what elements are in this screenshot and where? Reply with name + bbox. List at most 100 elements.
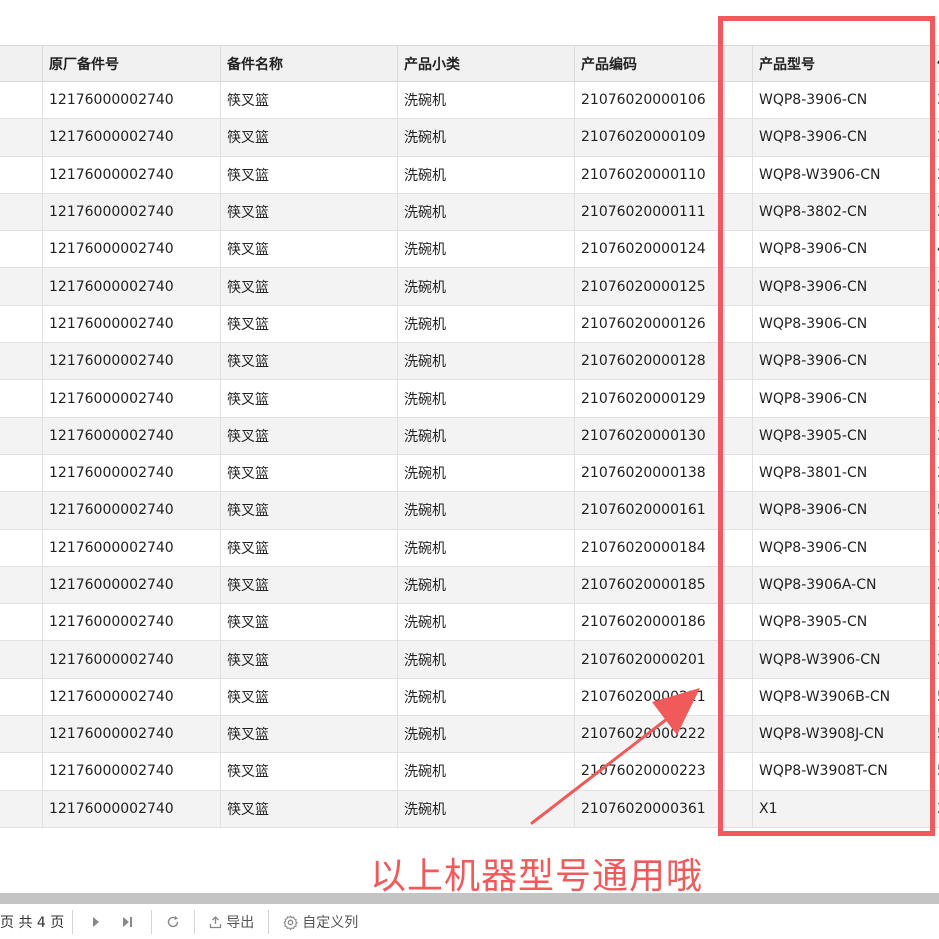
header-cell-product-code[interactable]: 产品编码 [574, 46, 724, 81]
row-cell-part-number: 12176000002740 [42, 417, 220, 454]
row-cell-part-number: 12176000002740 [42, 380, 220, 417]
header-cell-part-number[interactable]: 原厂备件号 [42, 46, 220, 81]
row-cell-price: 3 [930, 417, 939, 454]
row-cell-product-code: 21076020000106 [574, 82, 724, 119]
refresh-button[interactable] [166, 915, 180, 929]
row-cell-product-model: WQP8-3906-CN [752, 268, 930, 305]
pager-divider [72, 910, 74, 934]
pager-divider [268, 910, 270, 934]
header-cell-blank[interactable] [724, 46, 752, 81]
row-cell-product-model: WQP8-3906-CN [752, 343, 930, 380]
row-cell-product-code: 21076020000184 [574, 529, 724, 566]
table-row[interactable]: 12176000002740 筷叉篮 洗碗机 21076020000161 WQP8-3… [0, 492, 939, 530]
row-cell-price: 3 [930, 790, 939, 827]
row-cell-part-name: 筷叉篮 [220, 156, 397, 193]
table-row[interactable]: 12176000002740 筷叉篮 洗碗机 21076020000106 WQP8-3… [0, 82, 939, 120]
header-cell-product-category[interactable]: 产品小类 [397, 46, 574, 81]
row-cell-part-number: 12176000002740 [42, 82, 220, 119]
table-row[interactable]: 12176000002740 筷叉篮 洗碗机 21076020000223 WQP8-W… [0, 753, 939, 791]
row-cell-part-number: 12176000002740 [42, 343, 220, 380]
row-cell-product-model: WQP8-W3906-CN [752, 641, 930, 678]
row-cell-part-name: 筷叉篮 [220, 529, 397, 566]
row-cell-part-number: 12176000002740 [42, 604, 220, 641]
row-cell-price: 5 [930, 492, 939, 529]
table-row[interactable]: 12176000002740 筷叉篮 洗碗机 21076020000185 WQP8-3… [0, 566, 939, 605]
horizontal-scrollbar[interactable] [0, 893, 939, 904]
row-cell-product-model: WQP8-3906A-CN [752, 566, 930, 604]
table-row[interactable]: 12176000002740 筷叉篮 洗碗机 21076020000221 WQP8-W… [0, 678, 939, 717]
header-cell-rownum[interactable] [0, 46, 42, 81]
row-cell-part-name: 筷叉篮 [220, 790, 397, 827]
export-button[interactable]: 导出 [209, 912, 254, 932]
table-row[interactable]: 12176000002740 筷叉篮 洗碗机 21076020000129 WQP8-3… [0, 380, 939, 418]
row-cell-rownum [0, 231, 42, 267]
row-cell-price: 3 [930, 604, 939, 641]
last-page-button[interactable] [121, 916, 133, 928]
last-page-icon [123, 917, 133, 927]
row-cell-part-name: 筷叉篮 [220, 268, 397, 305]
row-cell-part-name: 筷叉篮 [220, 380, 397, 417]
row-cell-product-model: WQP8-W3908T-CN [752, 753, 930, 790]
row-cell-product-code: 21076020000128 [574, 343, 724, 380]
row-cell-part-number: 12176000002740 [42, 119, 220, 156]
row-cell-product-code: 21076020000161 [574, 492, 724, 529]
row-cell-price: 3 [930, 343, 939, 380]
row-cell-part-number: 12176000002740 [42, 678, 220, 716]
refresh-icon [168, 916, 179, 928]
table-row[interactable]: 12176000002740 筷叉篮 洗碗机 21076020000186 WQP8-3… [0, 604, 939, 642]
annotation-text: 以上机器型号通用哦 [370, 856, 704, 897]
row-cell-rownum [0, 380, 42, 416]
table-row[interactable]: 12176000002740 筷叉篮 洗碗机 21076020000111 WQP8-3… [0, 193, 939, 232]
table-row[interactable]: 12176000002740 筷叉篮 洗碗机 21076020000201 WQP8-W… [0, 641, 939, 679]
row-cell-product-code: 21076020000125 [574, 268, 724, 305]
table-row[interactable]: 12176000002740 筷叉篮 洗碗机 21076020000125 WQP8-3… [0, 268, 939, 306]
row-cell-part-name: 筷叉篮 [220, 119, 397, 156]
row-cell-product-category: 洗碗机 [397, 119, 574, 156]
table-row[interactable]: 12176000002740 筷叉篮 洗碗机 21076020000126 WQP8-3… [0, 305, 939, 344]
row-cell-product-code: 21076020000186 [574, 604, 724, 641]
row-cell-product-category: 洗碗机 [397, 231, 574, 268]
row-cell-price: 3 [930, 529, 939, 566]
row-cell-product-code: 21076020000361 [574, 790, 724, 827]
row-cell-product-code: 21076020000124 [574, 231, 724, 268]
row-cell-blank [724, 492, 752, 529]
next-page-button[interactable] [91, 916, 101, 928]
table-row[interactable]: 12176000002740 筷叉篮 洗碗机 21076020000138 WQP8-3… [0, 454, 939, 493]
table-row[interactable]: 12176000002740 筷叉篮 洗碗机 21076020000110 WQP8-W… [0, 156, 939, 194]
row-cell-part-name: 筷叉篮 [220, 417, 397, 454]
export-icon [210, 915, 222, 928]
row-cell-product-category: 洗碗机 [397, 716, 574, 753]
table-row[interactable]: 12176000002740 筷叉篮 洗碗机 21076020000222 WQP8-W… [0, 716, 939, 754]
row-cell-blank [724, 417, 752, 454]
row-cell-product-code: 21076020000201 [574, 641, 724, 678]
row-cell-part-number: 12176000002740 [42, 790, 220, 827]
row-cell-product-code: 21076020000221 [574, 678, 724, 716]
row-cell-product-category: 洗碗机 [397, 529, 574, 566]
row-cell-price: 3 [930, 268, 939, 305]
custom-columns-label: 自定义列 [302, 915, 359, 931]
table-row[interactable]: 12176000002740 筷叉篮 洗碗机 21076020000128 WQP8-3… [0, 343, 939, 381]
row-cell-part-name: 筷叉篮 [220, 492, 397, 529]
row-cell-rownum [0, 791, 42, 827]
table-row[interactable]: 12176000002740 筷叉篮 洗碗机 21076020000184 WQP8-3… [0, 529, 939, 567]
row-cell-rownum [0, 455, 42, 491]
row-cell-rownum [0, 641, 42, 677]
export-label: 导出 [226, 915, 255, 931]
table-row[interactable]: 12176000002740 筷叉篮 洗碗机 21076020000130 WQP8-3… [0, 417, 939, 455]
header-cell-product-model[interactable]: 产品型号 [752, 46, 930, 81]
page-info-text: 页 共 4 页 [0, 915, 65, 931]
row-cell-price: 5 [930, 716, 939, 753]
table-row[interactable]: 12176000002740 筷叉篮 洗碗机 21076020000124 WQP8-3… [0, 231, 939, 269]
row-cell-product-category: 洗碗机 [397, 753, 574, 790]
row-cell-product-model: WQP8-W3906-CN [752, 156, 930, 193]
row-cell-price: 3 [930, 193, 939, 231]
row-cell-product-code: 21076020000126 [574, 305, 724, 343]
row-cell-blank [724, 641, 752, 678]
table-row[interactable]: 12176000002740 筷叉篮 洗碗机 21076020000109 WQP8-3… [0, 119, 939, 157]
header-cell-price[interactable]: 价 [930, 46, 939, 81]
custom-columns-button[interactable]: 自定义列 [283, 912, 358, 932]
row-cell-product-category: 洗碗机 [397, 417, 574, 454]
header-cell-part-name[interactable]: 备件名称 [220, 46, 397, 81]
table-row[interactable]: 12176000002740筷叉篮洗碗机21076020000361 X13 [0, 790, 939, 828]
row-cell-price: 3 [930, 641, 939, 678]
